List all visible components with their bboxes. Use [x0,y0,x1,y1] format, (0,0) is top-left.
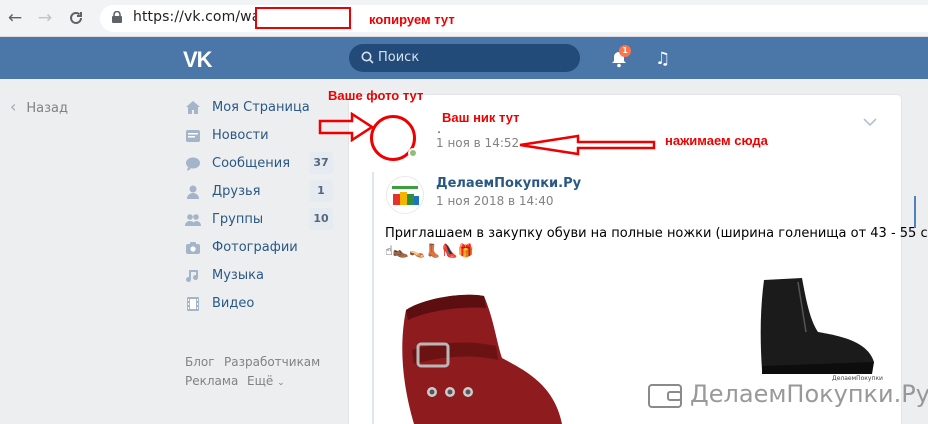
home-icon [186,101,200,114]
search-placeholder: Поиск [378,50,420,65]
repost-timestamp[interactable]: 1 ноя 2018 в 14:40 [436,194,554,208]
news-icon [186,130,200,142]
back-arrow-icon[interactable]: ← [6,9,24,27]
chevron-down-icon[interactable] [862,117,878,127]
repost-divider [372,172,374,424]
emoji-row: ☝👞👡👢👠🎁 [385,244,474,259]
camera-icon [186,242,200,254]
back-label: Назад [26,101,69,116]
annotation-copy-here: копируем тут [369,12,455,27]
forward-arrow-icon[interactable]: → [36,9,54,27]
music-icon[interactable]: ♫ [655,49,670,69]
annotation-nick: Ваш ник тут [442,110,520,125]
lock-icon [112,11,122,23]
wallet-icon [648,384,682,408]
sidebar-item-messages[interactable]: Сообщения 37 [185,152,335,176]
sidebar-item-label: Моя Страница [212,100,310,115]
counter-badge: 37 [309,152,333,174]
reload-icon[interactable] [68,10,84,26]
chevron-down-icon: ⌄ [277,378,285,388]
red-boot-image[interactable] [384,280,564,424]
footer-link-more[interactable]: Ещё ⌄ [247,374,285,388]
sidebar-item-label: Новости [212,128,269,143]
arrow-left-annotation [519,134,656,156]
sidebar-item-video[interactable]: Видео [185,292,335,316]
sidebar-item-label: Фотографии [212,240,298,255]
scrollbar[interactable] [914,196,916,228]
sidebar-item-photos[interactable]: Фотографии [185,236,335,260]
footer-link-developers[interactable]: Разработчикам [224,355,320,369]
black-boot-image[interactable] [752,270,878,380]
search-icon [361,51,374,64]
url-text[interactable]: https://vk.com/wall [133,9,268,25]
watermark-text: ДелаемПокупки.Ру [690,380,928,408]
footer-link-ads[interactable]: Реклама [185,374,238,388]
footer-link-blog[interactable]: Блог [185,355,215,369]
group-avatar[interactable] [386,176,424,214]
sidebar-item-music[interactable]: Музыка [185,264,335,288]
group-name-link[interactable]: ДелаемПокупки.Ру [436,176,581,191]
sidebar-item-label: Сообщения [212,156,291,171]
friend-icon [187,185,199,199]
counter-badge: 10 [309,208,333,230]
arrow-right-annotation [318,112,374,142]
vk-logo[interactable]: VK [183,47,213,73]
sidebar-item-label: Видео [212,296,255,311]
post-text: Приглашаем в закупку обуви на полные нож… [385,226,928,241]
back-link[interactable]: ‹ Назад [10,97,68,116]
notification-badge: 1 [619,45,631,57]
sidebar-item-label: Друзья [212,184,261,199]
chevron-left-icon: ‹ [10,97,17,116]
sidebar-item-news[interactable]: Новости [185,124,335,148]
counter-badge: 1 [309,180,333,202]
sidebar-item-label: Музыка [212,268,264,283]
film-icon [187,297,199,311]
groups-icon [185,214,201,226]
annotation-redacted-box [255,7,351,29]
messages-icon [186,157,200,171]
more-label: Ещё [247,374,274,388]
sidebar-item-friends[interactable]: Друзья 1 [185,180,335,204]
music-note-icon [186,270,199,283]
sidebar-item-label: Группы [212,212,264,227]
sidebar-item-groups[interactable]: Группы 10 [185,208,335,232]
online-indicator [408,148,418,158]
annotation-click-here: нажимаем сюда [665,133,768,148]
post-author[interactable]: . [437,122,441,137]
sidebar-item-my-page[interactable]: Моя Страница [185,96,335,120]
annotation-photo: Ваше фото тут [328,88,424,103]
post-timestamp-link[interactable]: 1 ноя в 14:52 [436,136,519,150]
